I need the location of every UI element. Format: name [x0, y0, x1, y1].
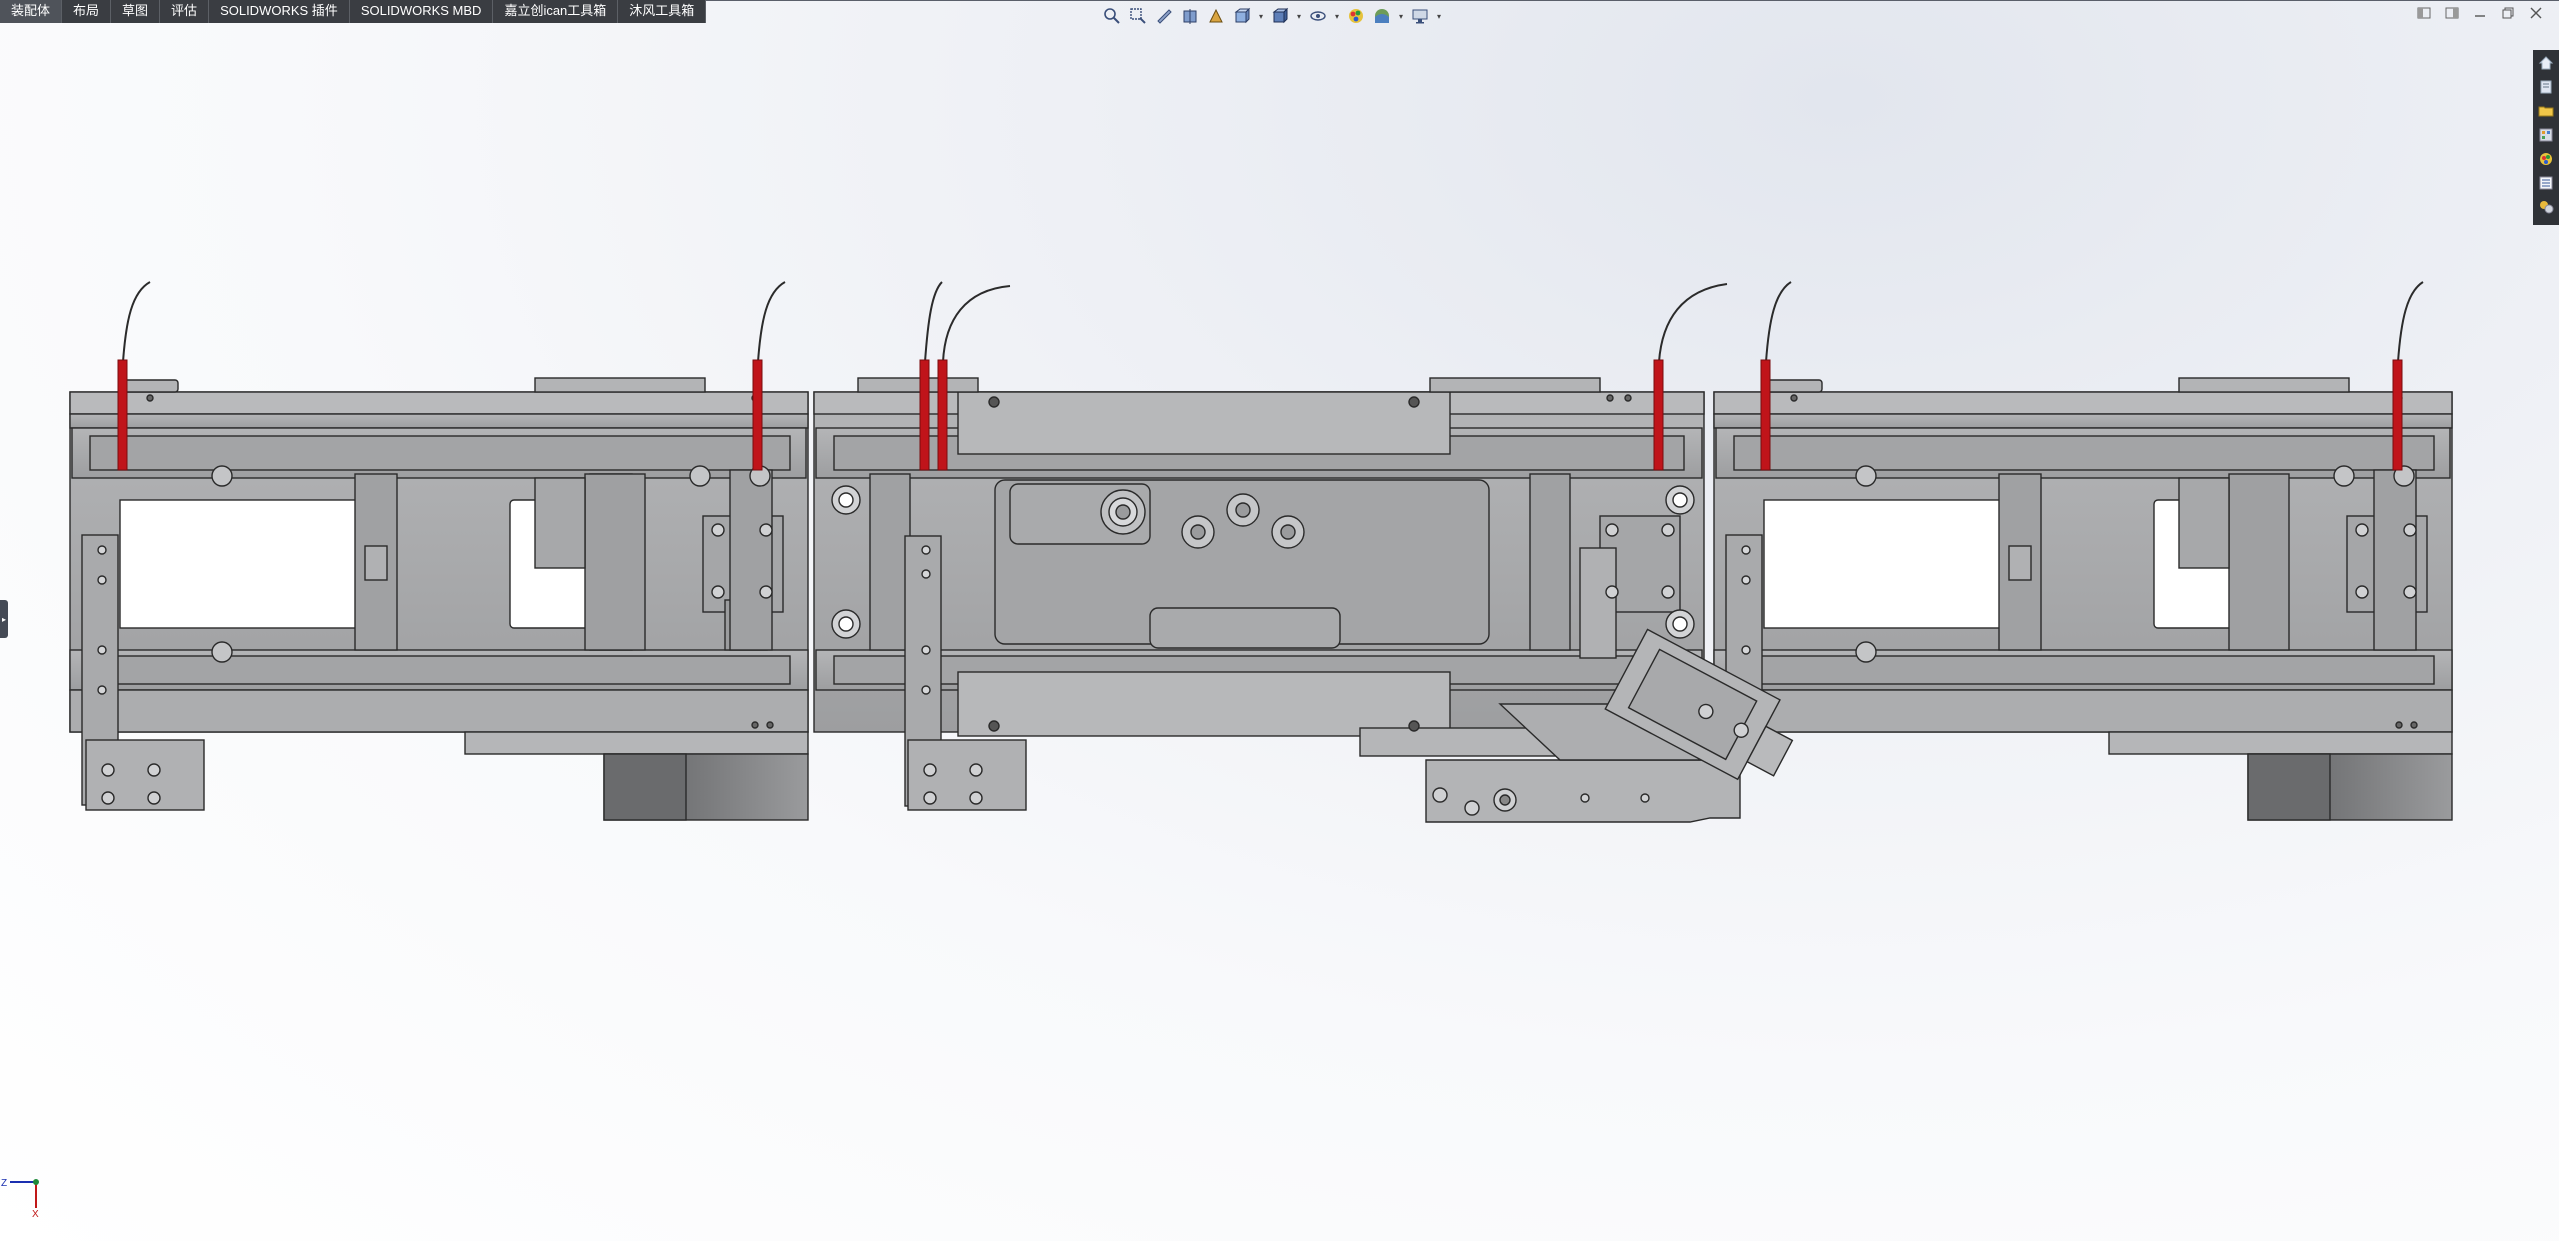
tab-evaluate[interactable]: 评估 [160, 0, 210, 23]
previous-view-icon[interactable] [1152, 4, 1176, 28]
task-pane-tabs [2533, 50, 2559, 225]
axis-z-label: Z [1, 1178, 7, 1189]
chevron-down-icon[interactable]: ▾ [1256, 4, 1266, 28]
sensor-cables [122, 281, 2424, 363]
chevron-down-icon[interactable]: ▾ [1332, 4, 1342, 28]
view-orientation-icon[interactable] [1230, 4, 1254, 28]
tab-layout[interactable]: 布局 [62, 0, 112, 23]
design-library-icon[interactable] [2536, 77, 2556, 97]
view-settings-icon[interactable] [1408, 4, 1432, 28]
apply-scene-icon[interactable] [1370, 4, 1394, 28]
graphics-area[interactable]: Z X [0, 0, 2559, 1241]
display-style-icon[interactable] [1268, 4, 1292, 28]
tab-assembly[interactable]: 装配体 [0, 0, 63, 23]
custom-properties-icon[interactable] [2536, 173, 2556, 193]
chevron-down-icon[interactable]: ▾ [1396, 4, 1406, 28]
tile-right-icon[interactable] [2443, 4, 2461, 22]
command-manager-tabs: 装配体 布局 草图 评估 SOLIDWORKS 插件 SOLIDWORKS MB… [0, 0, 707, 23]
section-view-icon[interactable] [1178, 4, 1202, 28]
close-icon[interactable] [2527, 4, 2545, 22]
window-controls [2415, 4, 2545, 22]
dynamic-annotation-icon[interactable] [1204, 4, 1228, 28]
minimize-icon[interactable] [2471, 4, 2489, 22]
appearances-scenes-icon[interactable] [2536, 149, 2556, 169]
zoom-to-area-icon[interactable] [1126, 4, 1150, 28]
feature-manager-expand-handle[interactable]: ▸ [0, 600, 8, 638]
zoom-to-fit-icon[interactable] [1100, 4, 1124, 28]
tab-mufeng-toolbox[interactable]: 沐风工具箱 [618, 0, 707, 23]
axis-x-label: X [32, 1209, 39, 1218]
tab-jlc-ican-toolbox[interactable]: 嘉立创ican工具箱 [493, 0, 619, 23]
view-palette-icon[interactable] [2536, 125, 2556, 145]
assembly-model[interactable] [0, 0, 2559, 1241]
restore-icon[interactable] [2499, 4, 2517, 22]
solidworks-resources-icon[interactable] [2536, 53, 2556, 73]
tile-left-icon[interactable] [2415, 4, 2433, 22]
reference-triad: Z X [0, 1168, 50, 1220]
tab-solidworks-addins[interactable]: SOLIDWORKS 插件 [209, 0, 350, 23]
tab-solidworks-mbd[interactable]: SOLIDWORKS MBD [350, 0, 494, 23]
hide-show-items-icon[interactable] [1306, 4, 1330, 28]
conveyor-module-right[interactable] [1713, 377, 2453, 821]
heads-up-view-toolbar: ▾ ▾ ▾ ▾ ▾ [1100, 3, 1444, 29]
chevron-down-icon[interactable]: ▾ [1434, 4, 1444, 28]
file-explorer-icon[interactable] [2536, 101, 2556, 121]
tab-sketch[interactable]: 草图 [111, 0, 161, 23]
solidworks-forum-icon[interactable] [2536, 197, 2556, 217]
edit-appearance-icon[interactable] [1344, 4, 1368, 28]
conveyor-module-left[interactable] [69, 377, 809, 821]
chevron-down-icon[interactable]: ▾ [1294, 4, 1304, 28]
